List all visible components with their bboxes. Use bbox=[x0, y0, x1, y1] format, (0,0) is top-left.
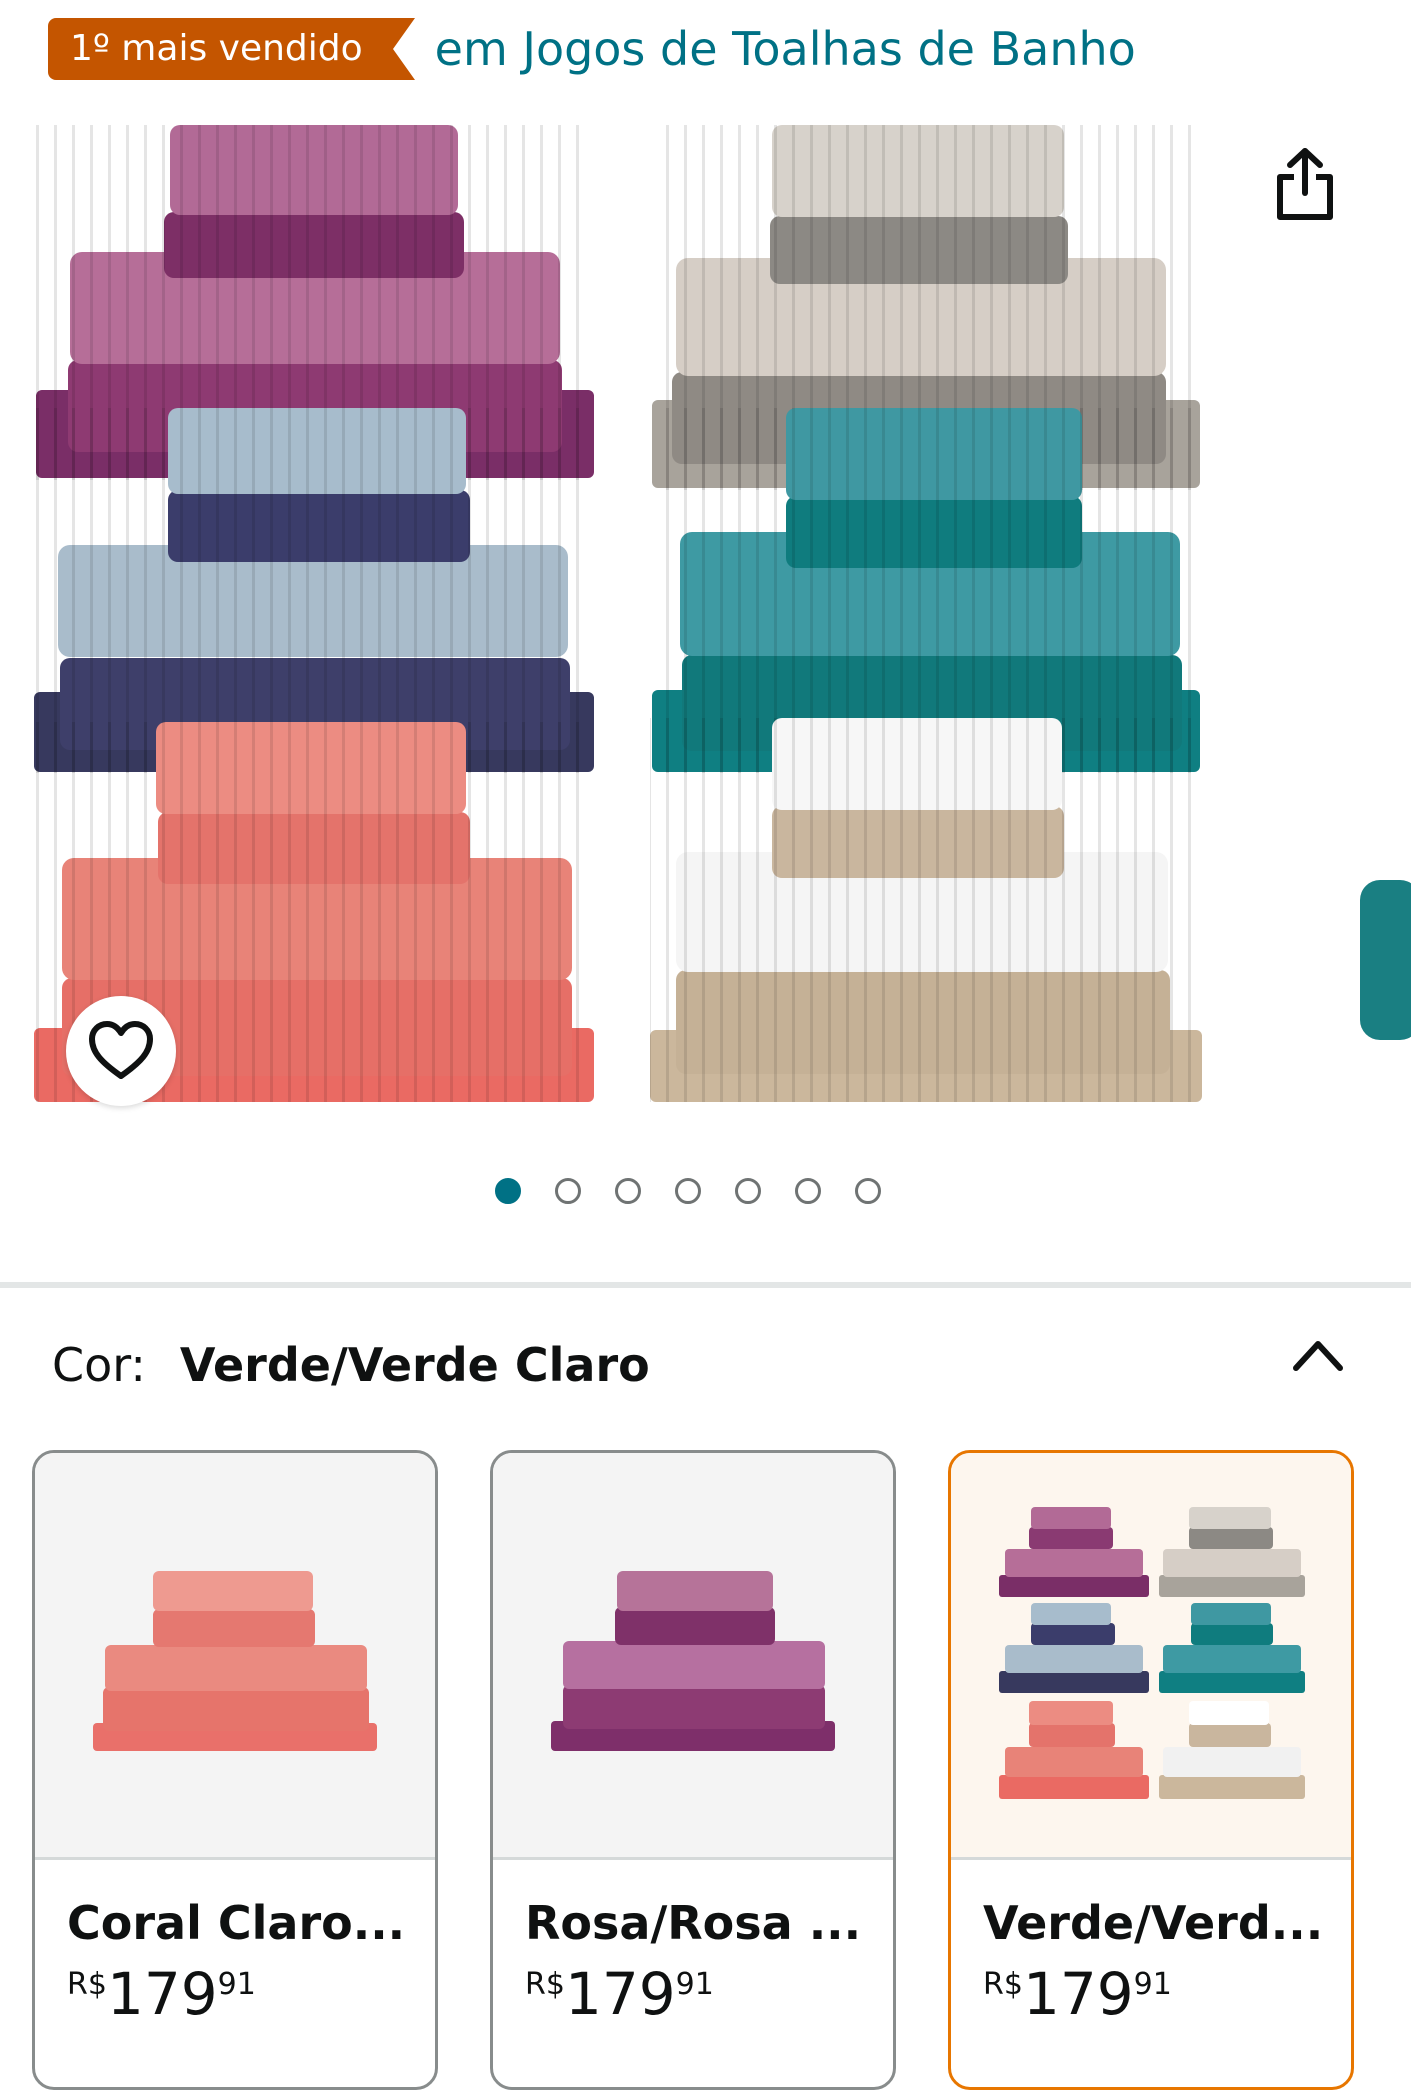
gallery-pagination bbox=[495, 1178, 881, 1208]
product-image[interactable] bbox=[0, 100, 1411, 1120]
price-fraction: 91 bbox=[675, 1967, 714, 2002]
bestseller-badge: 1º mais vendido bbox=[48, 18, 415, 80]
heart-icon bbox=[89, 1021, 153, 1079]
price-fraction: 91 bbox=[217, 1967, 256, 2002]
price-currency: R$ bbox=[67, 1967, 107, 2002]
next-image-peek bbox=[1360, 880, 1411, 1040]
swatch-image bbox=[951, 1453, 1351, 1860]
bestseller-row: 1º mais vendido em Jogos de Toalhas de B… bbox=[48, 18, 1136, 80]
price-whole: 179 bbox=[1022, 1960, 1134, 2028]
price-whole: 179 bbox=[106, 1960, 218, 2028]
bestseller-category-link[interactable]: em Jogos de Toalhas de Banho bbox=[435, 22, 1136, 76]
swatch-price: R$17991 bbox=[493, 1950, 893, 2028]
gallery-dot-7[interactable] bbox=[855, 1178, 881, 1204]
gallery-dot-2[interactable] bbox=[555, 1178, 581, 1204]
share-button[interactable] bbox=[1270, 145, 1340, 225]
price-currency: R$ bbox=[983, 1967, 1023, 2002]
gallery-dot-3[interactable] bbox=[615, 1178, 641, 1204]
color-swatch-verde[interactable]: Verde/Verd... R$17991 bbox=[948, 1450, 1354, 2090]
color-selector-header: Cor: Verde/Verde Claro bbox=[52, 1330, 650, 1400]
price-whole: 179 bbox=[564, 1960, 676, 2028]
section-divider bbox=[0, 1282, 1411, 1288]
swatch-price: R$17991 bbox=[951, 1950, 1351, 2028]
swatch-image bbox=[35, 1453, 435, 1860]
swatch-image bbox=[493, 1453, 893, 1860]
color-swatch-list: Coral Claro... R$17991 Rosa/Rosa ... R$1… bbox=[32, 1450, 1354, 2090]
price-fraction: 91 bbox=[1133, 1967, 1172, 2002]
color-label: Cor: bbox=[52, 1338, 146, 1392]
swatch-thumbnail-coral bbox=[93, 1571, 377, 1751]
chevron-up-icon bbox=[1293, 1341, 1343, 1371]
price-currency: R$ bbox=[525, 1967, 565, 2002]
gallery-dot-5[interactable] bbox=[735, 1178, 761, 1204]
swatch-name: Verde/Verd... bbox=[983, 1896, 1324, 1950]
gallery-dot-6[interactable] bbox=[795, 1178, 821, 1204]
swatch-thumbnail-verde bbox=[999, 1507, 1305, 1799]
collapse-colors-button[interactable] bbox=[1286, 1328, 1350, 1384]
selected-color-value: Verde/Verde Claro bbox=[179, 1338, 650, 1392]
swatch-name: Rosa/Rosa ... bbox=[525, 1896, 862, 1950]
color-swatch-coral[interactable]: Coral Claro... R$17991 bbox=[32, 1450, 438, 2090]
swatch-thumbnail-rosa bbox=[551, 1571, 835, 1751]
swatch-name: Coral Claro... bbox=[67, 1896, 406, 1950]
swatch-price: R$17991 bbox=[35, 1950, 435, 2028]
wishlist-button[interactable] bbox=[66, 996, 176, 1106]
color-swatch-rosa[interactable]: Rosa/Rosa ... R$17991 bbox=[490, 1450, 896, 2090]
towel-stack-navy bbox=[34, 408, 594, 773]
gallery-dot-1[interactable] bbox=[495, 1178, 521, 1204]
towel-stack-sand bbox=[650, 718, 1202, 1102]
gallery-dot-4[interactable] bbox=[675, 1178, 701, 1204]
share-icon bbox=[1277, 148, 1333, 220]
